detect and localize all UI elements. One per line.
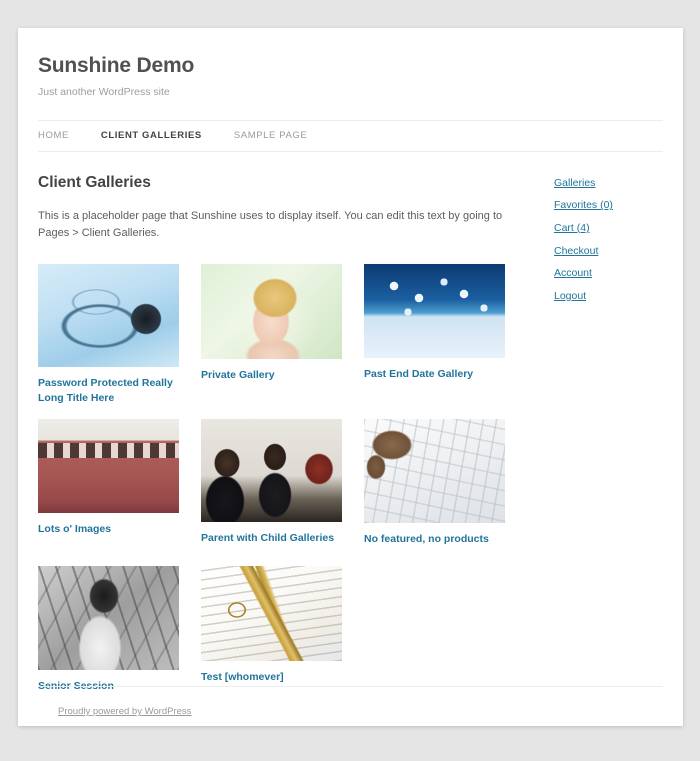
gallery-item[interactable]: Senior Session — [38, 565, 179, 693]
nav-list: HOME CLIENT GALLERIES SAMPLE PAGE — [38, 121, 663, 151]
gallery-title-link[interactable]: Test [whomever] — [201, 670, 342, 684]
primary-navigation: HOME CLIENT GALLERIES SAMPLE PAGE — [38, 119, 663, 152]
sidebar-link-list: Galleries Favorites (0) Cart (4) Checkout Ac… — [554, 177, 663, 304]
vintage-train-thumbnail[interactable] — [38, 418, 179, 513]
sidebar: Galleries Favorites (0) Cart (4) Checkout Ac… — [528, 174, 663, 693]
sidebar-link-account[interactable]: Account — [554, 267, 663, 281]
gallery-row: Senior Session Test [whomever] — [38, 565, 528, 693]
site-page: Sunshine Demo Just another WordPress sit… — [18, 28, 683, 726]
nav-item-home[interactable]: HOME — [38, 130, 69, 141]
gallery-title-link[interactable]: Password Protected Really Long Title Her… — [38, 376, 179, 404]
gallery-item[interactable]: No featured, no products — [364, 418, 505, 546]
site-header: Sunshine Demo Just another WordPress sit… — [18, 28, 683, 100]
jigsaw-puzzle-thumbnail[interactable] — [364, 264, 505, 359]
gallery-item[interactable]: Lots o' Images — [38, 418, 179, 546]
gallery-title-link[interactable]: No featured, no products — [364, 532, 505, 546]
page-title: Client Galleries — [38, 173, 151, 191]
nav-item-client-galleries[interactable]: CLIENT GALLERIES — [101, 130, 202, 141]
site-footer: Proudly powered by WordPress — [38, 686, 663, 726]
gallery-title-link[interactable]: Parent with Child Galleries — [201, 531, 342, 545]
gallery-title-link[interactable]: Private Gallery — [201, 368, 342, 382]
gallery-grid: Password Protected Really Long Title Her… — [38, 264, 528, 693]
senior-portrait-thumbnail[interactable] — [38, 565, 179, 670]
sidebar-link-logout[interactable]: Logout — [554, 290, 663, 304]
site-description: Just another WordPress site — [38, 86, 170, 99]
sidebar-link-cart-4[interactable]: Cart (4) — [554, 222, 663, 236]
site-title: Sunshine Demo — [38, 54, 195, 77]
gallery-row: Password Protected Really Long Title Her… — [38, 264, 528, 404]
gallery-row: Lots o' Images Parent with Child Gallerie… — [38, 418, 528, 546]
gallery-title-link[interactable]: Lots o' Images — [38, 522, 179, 536]
page-body: Client Galleries This is a placeholder p… — [18, 152, 683, 693]
main-content: Client Galleries This is a placeholder p… — [38, 174, 528, 693]
sidebar-link-galleries[interactable]: Galleries — [554, 177, 663, 191]
page-intro-text: This is a placeholder page that Sunshine… — [38, 210, 503, 240]
gallery-item[interactable]: Test [whomever] — [201, 565, 342, 693]
stethoscope-thumbnail[interactable] — [38, 264, 179, 368]
gallery-item[interactable]: Password Protected Really Long Title Her… — [38, 264, 179, 404]
nav-item-sample-page[interactable]: SAMPLE PAGE — [234, 130, 307, 141]
gallery-item[interactable]: Private Gallery — [201, 264, 342, 404]
business-meeting-thumbnail[interactable] — [201, 418, 342, 522]
gallery-item[interactable]: Parent with Child Galleries — [201, 418, 342, 546]
keys-on-document-thumbnail[interactable] — [201, 565, 342, 661]
gallery-item[interactable]: Past End Date Gallery — [364, 264, 505, 404]
gallery-title-link[interactable]: Past End Date Gallery — [364, 367, 505, 381]
woman-portrait-thumbnail[interactable] — [201, 264, 342, 360]
sidebar-link-favorites-0[interactable]: Favorites (0) — [554, 199, 663, 213]
keyboard-typing-thumbnail[interactable] — [364, 418, 505, 523]
sidebar-link-checkout[interactable]: Checkout — [554, 245, 663, 259]
wordpress-credit-link[interactable]: Proudly powered by WordPress — [58, 706, 191, 717]
